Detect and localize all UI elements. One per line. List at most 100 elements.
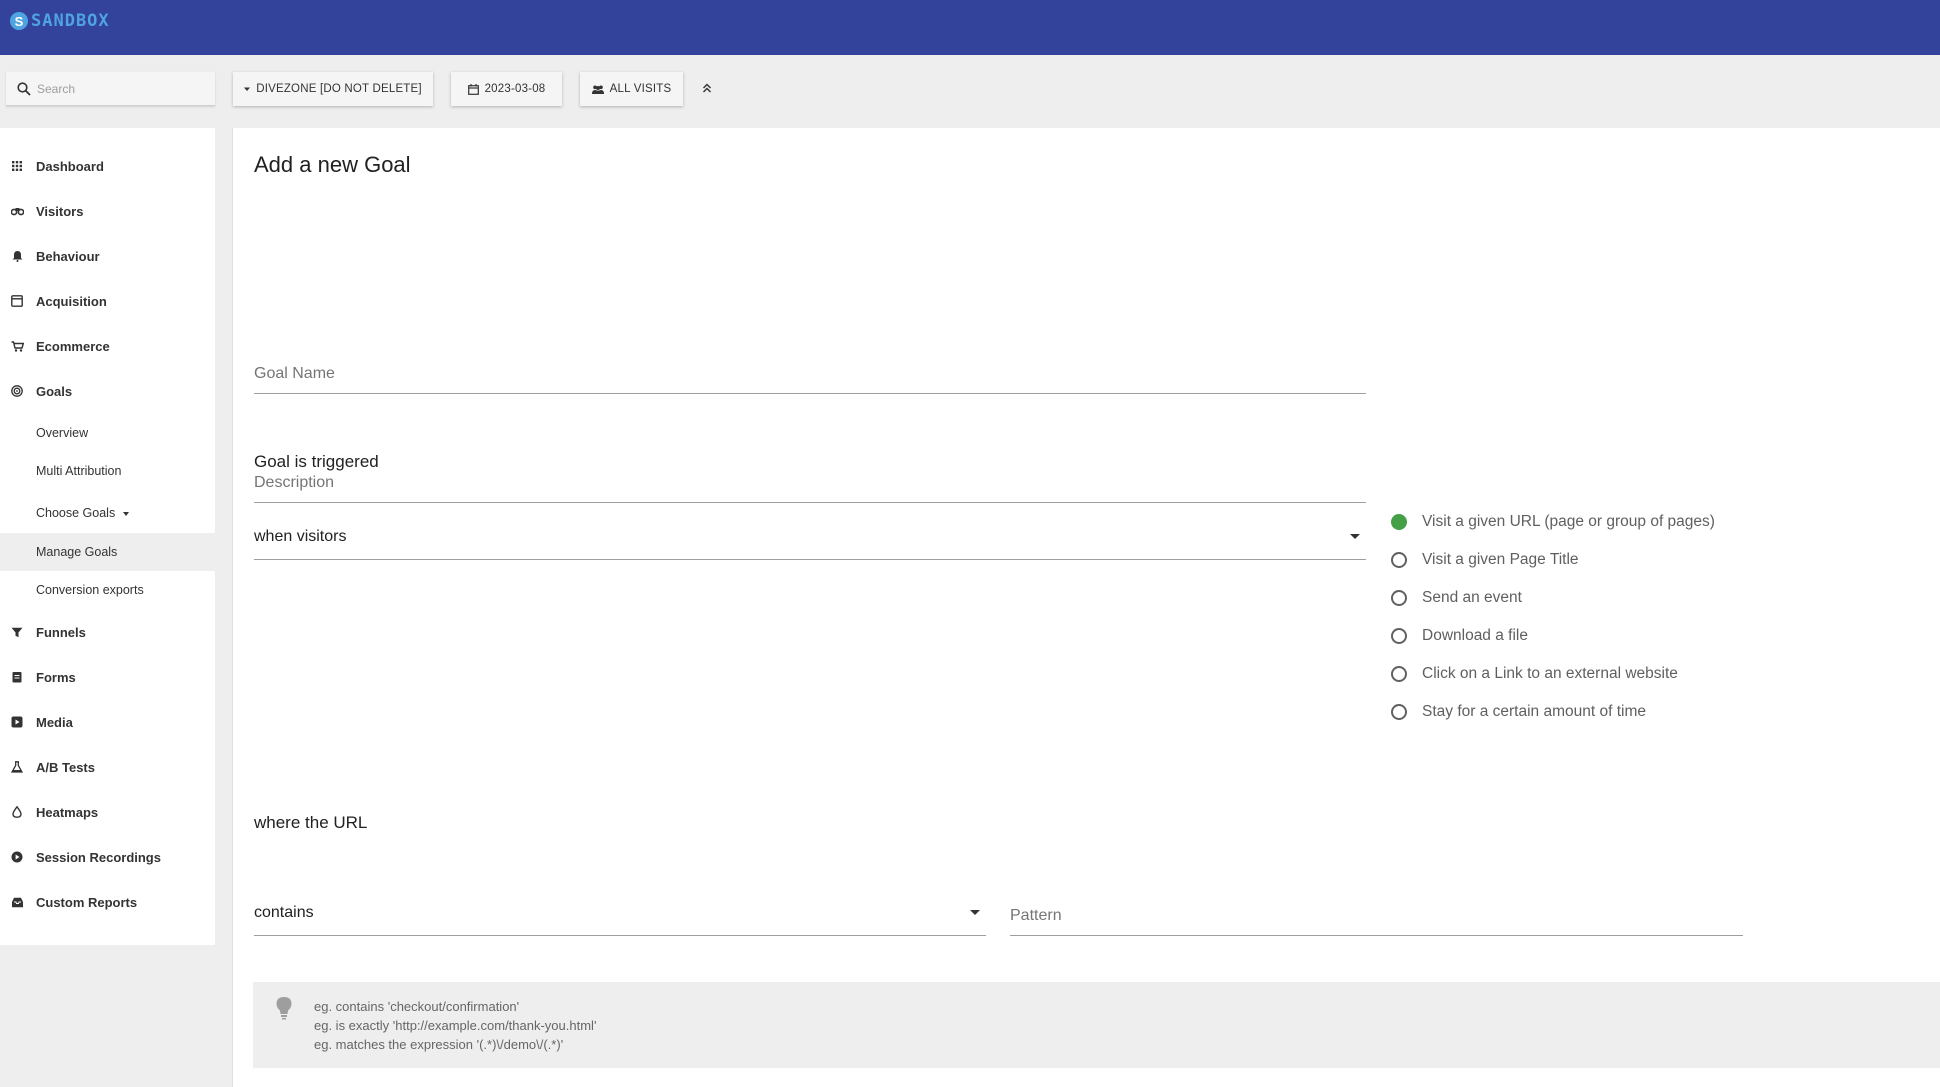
trigger-option-label: Download a file — [1422, 627, 1528, 644]
media-icon — [10, 715, 24, 729]
hint-line: eg. matches the expression '(.*)\/demo\/… — [314, 1037, 564, 1052]
site-selector-label: DIVEZONE [DO NOT DELETE] — [256, 83, 422, 95]
trigger-option-label: Visit a given URL (page or group of page… — [1422, 513, 1715, 530]
match-type-value: contains — [254, 904, 314, 921]
trigger-option-label: Send an event — [1422, 589, 1522, 606]
sidebar-item-label: Session Recordings — [36, 849, 161, 865]
site-selector-button[interactable]: DIVEZONE [DO NOT DELETE] — [233, 72, 433, 106]
goal-name-field[interactable] — [254, 344, 1366, 394]
hint-line: eg. contains 'checkout/confirmation' — [314, 999, 520, 1014]
sidebar-item-dashboard[interactable]: Dashboard — [0, 148, 215, 184]
radio-unchecked-icon[interactable] — [1391, 704, 1407, 720]
top-header-bar: S SANDBOX — [0, 0, 1940, 55]
trigger-option-download-file[interactable]: Download a file — [1391, 623, 1528, 649]
radio-unchecked-icon[interactable] — [1391, 666, 1407, 682]
description-input[interactable] — [254, 474, 1366, 492]
sidebar-item-ecommerce[interactable]: Ecommerce — [0, 328, 215, 364]
caret-down-icon — [123, 511, 130, 516]
drop-icon — [10, 805, 24, 819]
double-chevron-up-icon — [703, 83, 711, 93]
sidebar-subitem-manage-goals[interactable]: Manage Goals — [0, 533, 215, 571]
date-label: 2023-03-08 — [484, 83, 546, 95]
sidebar-subitem-overview[interactable]: Overview — [0, 414, 215, 452]
inbox-icon — [10, 895, 24, 909]
page-title: Add a new Goal — [254, 152, 411, 177]
sidebar-item-acquisition[interactable]: Acquisition — [0, 283, 215, 319]
sidebar-item-forms[interactable]: Forms — [0, 659, 215, 695]
sidebar-item-heatmaps[interactable]: Heatmaps — [0, 794, 215, 830]
match-type-select[interactable]: contains — [254, 882, 986, 936]
trigger-option-send-event[interactable]: Send an event — [1391, 585, 1522, 611]
binoculars-icon — [10, 204, 24, 218]
search-icon — [17, 81, 31, 96]
trigger-select[interactable]: when visitors — [254, 506, 1366, 560]
lightbulb-icon — [275, 996, 293, 1025]
sidebar-item-label: Behaviour — [36, 248, 100, 264]
goal-name-input[interactable] — [254, 365, 1366, 383]
pattern-field[interactable] — [1010, 886, 1743, 936]
sidebar-subitem-choose-goals[interactable]: Choose Goals — [0, 494, 215, 532]
segment-button[interactable]: ALL VISITS — [580, 72, 683, 106]
grid-icon — [10, 159, 24, 173]
sidebar-item-label: Custom Reports — [36, 894, 138, 910]
trigger-option-visit-url[interactable]: Visit a given URL (page or group of page… — [1391, 509, 1715, 535]
sidebar-subitem-label: Choose Goals — [36, 506, 130, 520]
dropdown-arrow-icon — [970, 910, 980, 915]
collapse-toolbar-button[interactable] — [697, 78, 717, 98]
choose-goals-text: Choose Goals — [36, 506, 116, 520]
sidebar-item-ab-tests[interactable]: A/B Tests — [0, 749, 215, 785]
description-field[interactable] — [254, 453, 1366, 503]
sidebar-item-visitors[interactable]: Visitors — [0, 193, 215, 229]
radio-checked-icon[interactable] — [1391, 514, 1407, 530]
trigger-option-external-link[interactable]: Click on a Link to an external website — [1391, 661, 1678, 687]
search-input[interactable] — [37, 81, 197, 96]
trigger-option-label: Visit a given Page Title — [1422, 551, 1579, 568]
radio-unchecked-icon[interactable] — [1391, 628, 1407, 644]
radio-unchecked-icon[interactable] — [1391, 590, 1407, 606]
sidebar-item-label: Dashboard — [36, 158, 104, 174]
dropdown-arrow-icon — [1350, 534, 1360, 539]
target-icon — [10, 384, 24, 398]
sidebar-item-label: Acquisition — [36, 293, 107, 309]
flask-icon — [10, 760, 24, 774]
users-icon — [591, 85, 604, 94]
sidebar-item-goals[interactable]: Goals — [0, 373, 215, 409]
search-box[interactable] — [6, 72, 215, 106]
hint-line: eg. is exactly 'http://example.com/thank… — [314, 1018, 597, 1033]
segment-label: ALL VISITS — [609, 83, 672, 95]
sidebar-subitem-conversion-exports[interactable]: Conversion exports — [0, 571, 215, 609]
caret-down-icon — [244, 86, 251, 92]
date-picker-button[interactable]: 2023-03-08 — [451, 72, 562, 106]
sidebar-item-label: Media — [36, 714, 73, 730]
sidebar-item-label: Goals — [36, 383, 73, 399]
goal-triggered-label: Goal is triggered — [254, 452, 379, 471]
sidebar-subitem-label: Multi Attribution — [36, 464, 122, 478]
sidebar-item-media[interactable]: Media — [0, 704, 215, 740]
bell-icon — [10, 249, 24, 263]
play-icon — [10, 850, 24, 864]
logo-badge: S — [10, 12, 28, 30]
trigger-option-label: Stay for a certain amount of time — [1422, 703, 1646, 720]
sidebar-item-label: Visitors — [36, 203, 84, 219]
form-icon — [10, 670, 24, 684]
sidebar-item-label: Funnels — [36, 624, 86, 640]
sidebar-item-funnels[interactable]: Funnels — [0, 614, 215, 650]
sidebar-item-label: Forms — [36, 669, 76, 685]
goal-form-card: Add a new Goal Goal is triggered when vi… — [232, 128, 1940, 1087]
sidebar-subitem-label: Manage Goals — [36, 545, 118, 559]
app-logo[interactable]: S SANDBOX — [10, 11, 110, 31]
trigger-option-page-title[interactable]: Visit a given Page Title — [1391, 547, 1579, 573]
sidebar-item-label: Heatmaps — [36, 804, 99, 820]
pattern-input[interactable] — [1010, 907, 1743, 925]
sidebar: Dashboard Visitors Behaviour Acquisition… — [0, 128, 215, 945]
sidebar-item-custom-reports[interactable]: Custom Reports — [0, 884, 215, 920]
pattern-hint-box: eg. contains 'checkout/confirmation' eg.… — [253, 982, 1940, 1068]
trigger-option-stay-time[interactable]: Stay for a certain amount of time — [1391, 699, 1646, 725]
sidebar-subitem-multi-attribution[interactable]: Multi Attribution — [0, 452, 215, 490]
sidebar-item-label: Ecommerce — [36, 338, 110, 354]
sidebar-item-label: A/B Tests — [36, 759, 95, 775]
sidebar-item-behaviour[interactable]: Behaviour — [0, 238, 215, 274]
trigger-select-value: when visitors — [254, 528, 347, 545]
radio-unchecked-icon[interactable] — [1391, 552, 1407, 568]
sidebar-item-session-recordings[interactable]: Session Recordings — [0, 839, 215, 875]
